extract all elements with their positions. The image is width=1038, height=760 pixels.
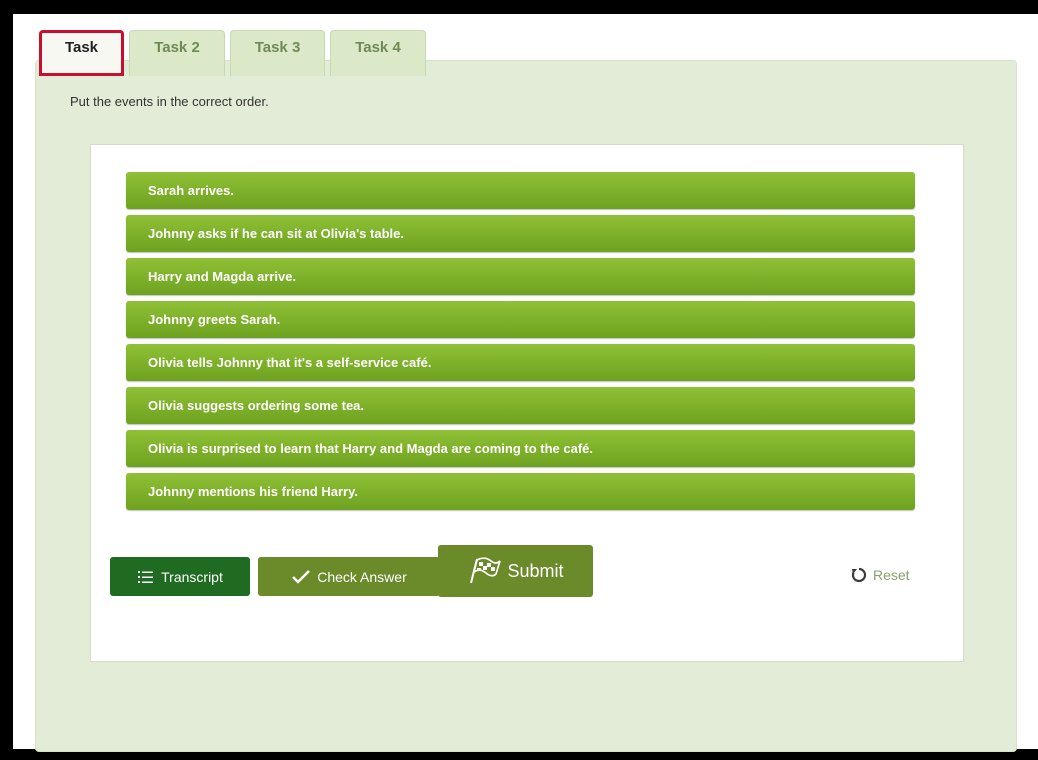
check-answer-label: Check Answer bbox=[317, 568, 407, 585]
submit-button[interactable]: Submit bbox=[438, 545, 593, 597]
event-text: Olivia is surprised to learn that Harry … bbox=[148, 441, 594, 456]
event-text: Johnny greets Sarah. bbox=[148, 312, 281, 327]
event-item[interactable]: Johnny asks if he can sit at Olivia's ta… bbox=[126, 215, 915, 252]
event-item[interactable]: Harry and Magda arrive. bbox=[126, 258, 915, 295]
event-item[interactable]: Sarah arrives. bbox=[126, 172, 915, 209]
event-item[interactable]: Olivia tells Johnny that it's a self-ser… bbox=[126, 344, 915, 381]
black-frame-left bbox=[0, 0, 13, 760]
tab-label: Task bbox=[64, 39, 99, 56]
submit-label: Submit bbox=[507, 560, 564, 581]
event-text: Harry and Magda arrive. bbox=[148, 269, 297, 284]
refresh-icon bbox=[851, 567, 867, 583]
event-text: Olivia tells Johnny that it's a self-ser… bbox=[148, 355, 432, 370]
transcript-button[interactable]: Transcript bbox=[110, 557, 250, 596]
event-text: Johnny mentions his friend Harry. bbox=[148, 484, 358, 499]
checkered-flag-icon bbox=[467, 557, 502, 585]
event-item[interactable]: Johnny greets Sarah. bbox=[126, 301, 915, 338]
tab-task[interactable]: Task bbox=[39, 30, 124, 76]
event-item[interactable]: Olivia is surprised to learn that Harry … bbox=[126, 430, 915, 467]
tab-label: Task 2 bbox=[154, 39, 200, 56]
tab-task-3[interactable]: Task 3 bbox=[230, 30, 325, 76]
event-item[interactable]: Olivia suggests ordering some tea. bbox=[126, 387, 915, 424]
reset-button[interactable]: Reset bbox=[851, 567, 910, 583]
activity-window: Task Task 2 Task 3 Task 4 Put the events… bbox=[13, 14, 1029, 752]
black-frame-top bbox=[0, 0, 1038, 14]
reset-label: Reset bbox=[873, 567, 910, 583]
tab-task-2[interactable]: Task 2 bbox=[129, 30, 225, 76]
event-text: Olivia suggests ordering some tea. bbox=[148, 398, 365, 413]
tab-label: Task 3 bbox=[254, 39, 301, 56]
checkmark-icon bbox=[291, 569, 311, 585]
transcript-label: Transcript bbox=[161, 568, 223, 585]
tab-task-4[interactable]: Task 4 bbox=[330, 30, 426, 76]
tab-label: Task 4 bbox=[355, 39, 401, 56]
event-text: Johnny asks if he can sit at Olivia's ta… bbox=[148, 226, 404, 241]
event-text: Sarah arrives. bbox=[148, 183, 235, 198]
task-instructions: Put the events in the correct order. bbox=[70, 94, 269, 109]
event-item[interactable]: Johnny mentions his friend Harry. bbox=[126, 473, 915, 510]
check-answer-button[interactable]: Check Answer bbox=[258, 557, 440, 596]
list-icon bbox=[137, 569, 155, 585]
